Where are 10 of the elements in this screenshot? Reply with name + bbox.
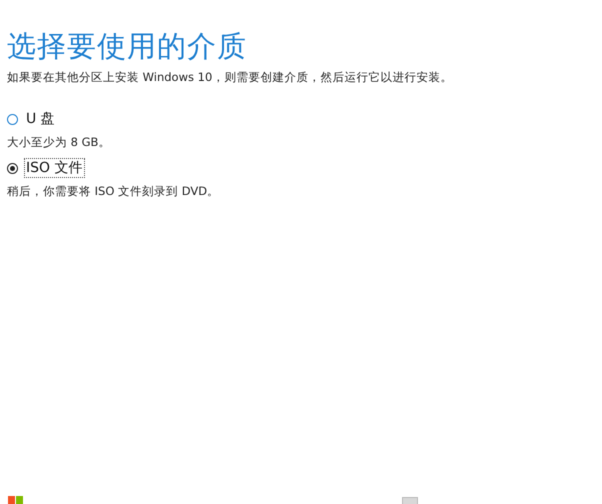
scrollbar-stub: [402, 497, 418, 504]
option-description: 大小至少为 8 GB。: [7, 135, 112, 150]
option-description: 稍后，你需要将 ISO 文件刻录到 DVD。: [7, 184, 220, 199]
option-label[interactable]: U 盘: [24, 109, 57, 129]
page-title: 选择要使用的介质: [7, 28, 248, 64]
radio-button[interactable]: [7, 162, 18, 174]
radio-button[interactable]: [7, 114, 18, 124]
subtitle: 如果要在其他分区上安装 Windows 10，则需要创建介质，然后运行它以进行安装。: [7, 70, 454, 85]
option-label[interactable]: ISO 文件: [24, 158, 84, 178]
logo-icon: [8, 496, 24, 504]
